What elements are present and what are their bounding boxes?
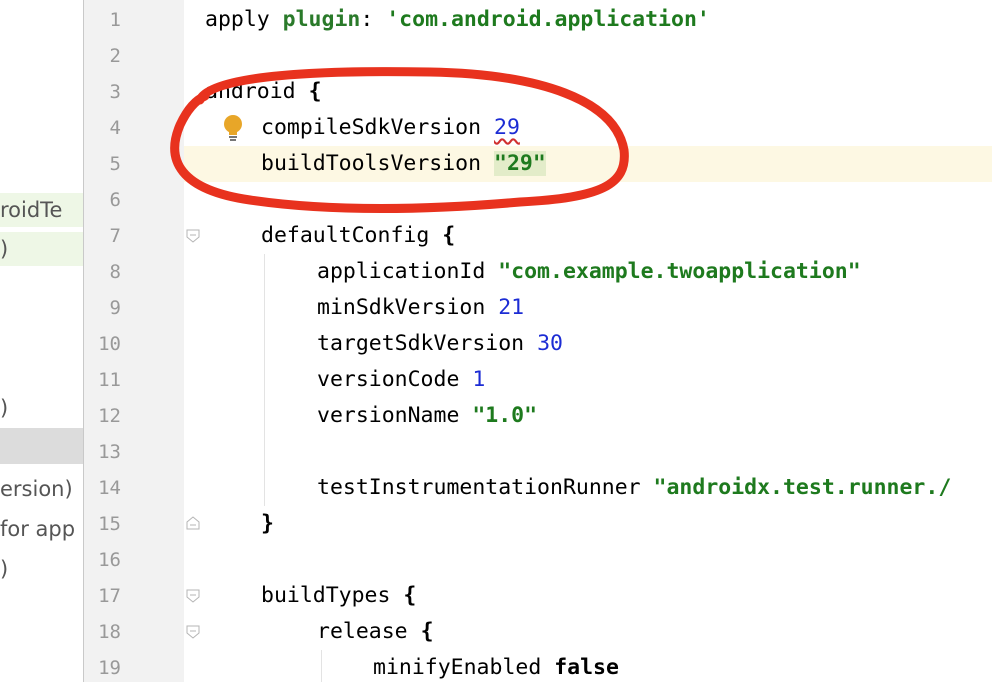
code-token: compileSdkVersion [261, 115, 494, 140]
line-number: 9 [109, 297, 121, 319]
left-panel-item[interactable]: ) [0, 552, 8, 586]
left-panel-item[interactable]: ) [0, 391, 8, 425]
code-line-1[interactable]: apply plugin: 'com.android.application' [184, 2, 992, 38]
left-panel-item[interactable]: ersion) [0, 472, 73, 506]
left-side-panel: roidTe ) ) ersion) for app ) [0, 0, 83, 682]
line-number-gutter[interactable]: 1 2 3 4 5 6 7 8 9 10 11 12 13 14 15 16 1… [84, 0, 200, 682]
lightbulb-icon[interactable] [221, 114, 245, 142]
code-line-12[interactable]: versionName "1.0" [184, 398, 992, 434]
code-token: minifyEnabled [373, 655, 555, 680]
code-token: { [308, 79, 322, 104]
code-line-18[interactable]: release { [184, 614, 992, 650]
line-number: 13 [98, 441, 121, 463]
code-token: 'com.android.application' [386, 7, 710, 32]
code-token: versionCode [317, 367, 473, 392]
line-number: 11 [98, 369, 121, 391]
code-line-8[interactable]: applicationId "com.example.twoapplicatio… [184, 254, 992, 290]
line-number: 16 [98, 549, 121, 571]
line-number: 3 [109, 81, 121, 103]
code-token: { [420, 619, 434, 644]
left-panel-item[interactable]: ) [0, 232, 83, 266]
code-line-11[interactable]: versionCode 1 [184, 362, 992, 398]
left-panel-item[interactable]: roidTe [0, 193, 83, 227]
code-token: release [317, 619, 421, 644]
code-token: 21 [498, 295, 525, 320]
code-line-19[interactable]: minifyEnabled false [184, 650, 992, 682]
line-number: 17 [98, 585, 121, 607]
code-token: { [442, 223, 456, 248]
line-number: 6 [109, 189, 121, 211]
left-panel-item[interactable]: for app [0, 512, 75, 546]
code-token: "androidx.test.runner./ [653, 475, 952, 500]
code-token: 30 [537, 331, 563, 356]
code-token: { [403, 583, 417, 608]
line-number: 12 [98, 405, 121, 427]
code-line-5[interactable]: buildToolsVersion "29" [184, 146, 992, 182]
code-token: false [554, 655, 619, 680]
code-token: testInstrumentationRunner [317, 475, 654, 500]
code-token: 1 [472, 367, 486, 392]
line-number: 7 [109, 225, 121, 247]
line-number: 14 [98, 477, 121, 499]
code-token: minSdkVersion [317, 295, 499, 320]
code-token: plugin [282, 7, 361, 32]
code-line-4[interactable]: compileSdkVersion 29 [184, 110, 992, 146]
left-panel-selected-item[interactable] [0, 428, 83, 464]
code-line-3[interactable]: android { [184, 74, 992, 110]
code-token: versionName [317, 403, 473, 428]
code-token: } [261, 511, 274, 536]
code-line-14[interactable]: testInstrumentationRunner "androidx.test… [184, 470, 992, 506]
line-number: 19 [98, 657, 121, 679]
code-token: "1.0" [472, 403, 538, 428]
code-line-15[interactable]: } [184, 506, 992, 542]
code-token: "29" [494, 151, 546, 176]
code-token: defaultConfig [261, 223, 443, 248]
code-token: 29 [494, 115, 520, 140]
line-number: 5 [109, 153, 121, 175]
code-line-17[interactable]: buildTypes { [184, 578, 992, 614]
line-number: 18 [98, 621, 121, 643]
code-token: apply [205, 7, 283, 32]
code-token: : [360, 7, 387, 32]
line-number: 4 [109, 117, 121, 139]
line-number: 15 [98, 513, 121, 535]
code-token: android [205, 79, 309, 104]
code-editor[interactable]: apply plugin: 'com.android.application' … [184, 0, 992, 682]
line-number: 1 [109, 9, 121, 31]
code-line-10[interactable]: targetSdkVersion 30 [184, 326, 992, 362]
code-token: "com.example.twoapplication" [498, 259, 861, 284]
code-line-9[interactable]: minSdkVersion 21 [184, 290, 992, 326]
code-token: applicationId [317, 259, 499, 284]
code-token: targetSdkVersion [317, 331, 538, 356]
line-number: 8 [109, 261, 121, 283]
line-number: 2 [109, 45, 121, 67]
code-token: buildTypes [261, 583, 404, 608]
code-line-7[interactable]: defaultConfig { [184, 218, 992, 254]
line-number: 10 [98, 333, 121, 355]
code-token: buildToolsVersion [261, 151, 494, 176]
